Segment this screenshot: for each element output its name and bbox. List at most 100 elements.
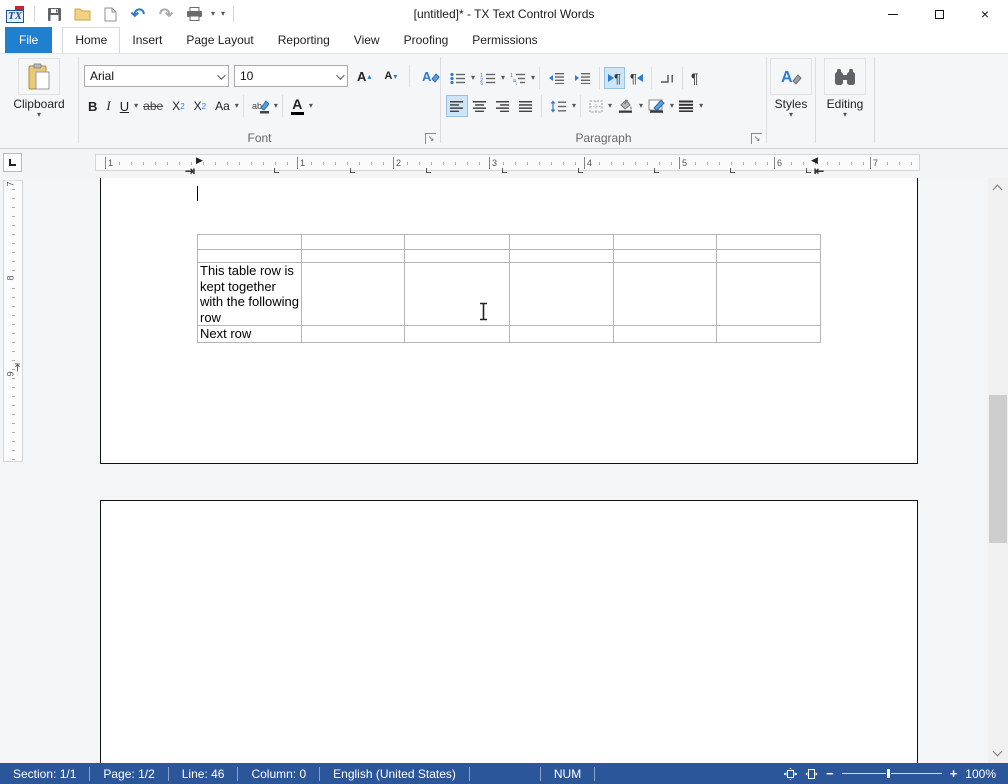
- superscript-button[interactable]: X2: [190, 95, 210, 117]
- table-cell-kept-together[interactable]: This table row is kept together with the…: [198, 263, 302, 326]
- tab-proofing[interactable]: Proofing: [392, 27, 461, 53]
- first-line-indent-marker[interactable]: ▶: [196, 156, 203, 165]
- strikethrough-button[interactable]: abe: [139, 95, 167, 117]
- subscript-button[interactable]: X2: [168, 95, 188, 117]
- table-row[interactable]: Next row: [198, 326, 821, 343]
- underline-button[interactable]: U: [116, 95, 133, 117]
- line-spacing-icon: [550, 100, 567, 113]
- tab-permissions[interactable]: Permissions: [460, 27, 549, 53]
- tab-stop-marker[interactable]: [426, 168, 431, 173]
- status-language[interactable]: English (United States): [320, 767, 469, 781]
- line-spacing-button[interactable]: [546, 95, 571, 117]
- bullet-list-button[interactable]: [446, 67, 470, 89]
- tab-stop-marker[interactable]: [730, 168, 735, 173]
- tab-stop-marker[interactable]: [578, 168, 583, 173]
- font-family-combobox[interactable]: Arial: [84, 65, 229, 87]
- close-button[interactable]: ×: [962, 0, 1008, 28]
- scrollbar-thumb[interactable]: [989, 395, 1007, 543]
- align-center-button[interactable]: [469, 95, 491, 117]
- scroll-up-arrow-icon[interactable]: [993, 185, 1003, 195]
- styles-button[interactable]: A Styles ▾: [767, 58, 815, 119]
- horizontal-rule-button[interactable]: [675, 95, 698, 117]
- show-formatting-marks-button[interactable]: ¶: [687, 67, 703, 89]
- tab-stop-marker[interactable]: [274, 168, 279, 173]
- zoom-slider[interactable]: [842, 773, 942, 774]
- grow-font-button[interactable]: A▴: [353, 65, 375, 87]
- tab-stop-marker[interactable]: [654, 168, 659, 173]
- multilevel-list-dropdown-arrow[interactable]: ▾: [531, 74, 535, 82]
- font-size-combobox[interactable]: 10: [234, 65, 348, 87]
- right-to-left-text-button[interactable]: ¶: [626, 67, 647, 89]
- tab-reporting[interactable]: Reporting: [266, 27, 342, 53]
- increase-indent-button[interactable]: [570, 67, 595, 89]
- text-highlight-button[interactable]: ab: [248, 95, 273, 117]
- chevron-down-icon[interactable]: [336, 71, 344, 79]
- table-row[interactable]: [198, 235, 821, 250]
- tab-insert[interactable]: Insert: [120, 27, 174, 53]
- align-right-button[interactable]: [492, 95, 514, 117]
- font-color-button[interactable]: A: [287, 95, 308, 117]
- left-to-right-text-button[interactable]: ¶: [604, 67, 625, 89]
- multilevel-list-button[interactable]: 1ai: [506, 67, 530, 89]
- vertical-scrollbar[interactable]: [988, 178, 1008, 763]
- numbered-list-dropdown-arrow[interactable]: ▾: [501, 74, 505, 82]
- borders-button[interactable]: [585, 95, 607, 117]
- borders-dropdown-arrow[interactable]: ▾: [608, 102, 612, 110]
- table-row[interactable]: This table row is kept together with the…: [198, 263, 821, 326]
- styles-dropdown-arrow[interactable]: ▾: [789, 111, 793, 119]
- font-color-dropdown-arrow[interactable]: ▾: [309, 102, 313, 110]
- highlight-dropdown-arrow[interactable]: ▾: [274, 102, 278, 110]
- page-border-button[interactable]: [644, 95, 669, 117]
- tab-view[interactable]: View: [342, 27, 392, 53]
- shading-dropdown-arrow[interactable]: ▾: [639, 102, 643, 110]
- tab-stop-marker[interactable]: [350, 168, 355, 173]
- tab-stop-marker[interactable]: [502, 168, 507, 173]
- horizontal-rule-dropdown-arrow[interactable]: ▾: [699, 102, 703, 110]
- line-spacing-dropdown-arrow[interactable]: ▾: [572, 102, 576, 110]
- tab-stop-marker[interactable]: [806, 168, 811, 173]
- insert-break-button[interactable]: [656, 67, 678, 89]
- ruler-number: 2: [393, 157, 401, 169]
- paragraph-dialog-launcher[interactable]: ↘: [751, 133, 762, 144]
- chevron-down-icon[interactable]: [217, 71, 225, 79]
- editing-dropdown-arrow[interactable]: ▾: [843, 111, 847, 119]
- bullet-list-dropdown-arrow[interactable]: ▾: [471, 74, 475, 82]
- page-border-dropdown-arrow[interactable]: ▾: [670, 102, 674, 110]
- bottom-margin-marker[interactable]: ⇤: [11, 363, 22, 372]
- minimize-button[interactable]: [870, 0, 916, 28]
- right-margin-marker[interactable]: ⇤: [814, 165, 824, 177]
- zoom-level[interactable]: 100%: [965, 767, 996, 781]
- zoom-in-button[interactable]: +: [950, 767, 958, 780]
- tab-stop-selector[interactable]: [3, 153, 22, 172]
- maximize-button[interactable]: [916, 0, 962, 28]
- italic-button[interactable]: I: [102, 95, 114, 117]
- numbered-list-button[interactable]: 123: [476, 67, 500, 89]
- fit-width-icon[interactable]: [805, 768, 818, 780]
- decrease-indent-button[interactable]: [544, 67, 569, 89]
- left-indent-marker[interactable]: ⇥: [185, 165, 195, 177]
- fit-page-icon[interactable]: [784, 768, 797, 780]
- table-row[interactable]: [198, 250, 821, 263]
- clipboard-dropdown-arrow[interactable]: ▾: [37, 111, 41, 119]
- change-case-button[interactable]: Aa: [211, 95, 234, 117]
- zoom-out-button[interactable]: −: [826, 767, 834, 780]
- font-dialog-launcher[interactable]: ↘: [425, 133, 436, 144]
- page-2[interactable]: [100, 500, 918, 763]
- table-cell-next-row[interactable]: Next row: [198, 326, 302, 343]
- underline-dropdown-arrow[interactable]: ▾: [134, 102, 138, 110]
- shading-button[interactable]: [613, 95, 638, 117]
- editing-button[interactable]: Editing ▾: [816, 58, 874, 119]
- bold-button[interactable]: B: [84, 95, 101, 117]
- align-left-button[interactable]: [446, 95, 468, 117]
- paste-button[interactable]: Clipboard ▾: [0, 58, 78, 119]
- tab-file[interactable]: File: [5, 27, 52, 53]
- zoom-slider-thumb[interactable]: [886, 768, 891, 779]
- change-case-dropdown-arrow[interactable]: ▾: [235, 102, 239, 110]
- justify-button[interactable]: [515, 95, 537, 117]
- shrink-font-button[interactable]: A▾: [380, 65, 401, 87]
- styles-button-label: Styles: [775, 97, 808, 111]
- tab-page-layout[interactable]: Page Layout: [174, 27, 265, 53]
- tab-home[interactable]: Home: [62, 27, 120, 53]
- scroll-down-arrow-icon[interactable]: [993, 747, 1003, 757]
- document-table[interactable]: This table row is kept together with the…: [197, 234, 821, 343]
